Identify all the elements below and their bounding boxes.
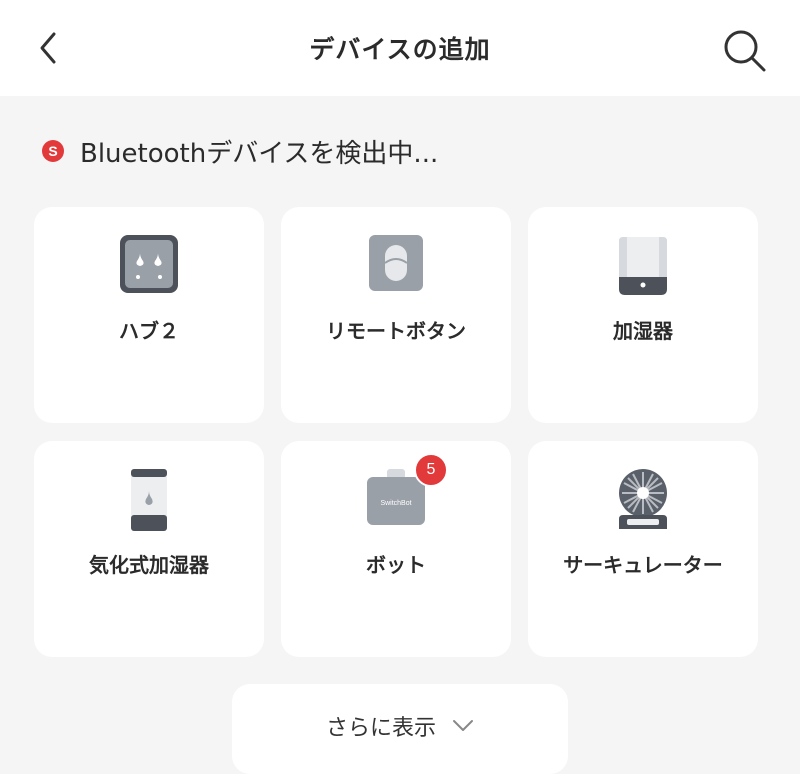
device-label: ハブ２ [119,319,179,343]
notification-badge: 5 [414,453,448,487]
device-card-remote-button[interactable]: リモートボタン [281,207,511,423]
device-card-bot[interactable]: SwitchBot 5 ボット [281,441,511,657]
device-card-humidifier[interactable]: 加湿器 [528,207,758,423]
top-bar: デバイスの追加 [0,0,800,96]
switchbot-logo-icon: S [42,140,64,162]
scan-status-text: Bluetoothデバイスを検出中... [80,138,439,169]
bluetooth-scan-status: S Bluetoothデバイスを検出中... [42,134,439,169]
device-label: 気化式加湿器 [89,553,209,577]
device-card-hub2[interactable]: ハブ２ [34,207,264,423]
device-label: サーキュレーター [563,553,723,577]
bot-brand-text: SwitchBot [380,500,411,507]
evaporative-humidifier-icon [131,469,167,531]
device-label: リモートボタン [326,319,466,343]
search-button[interactable] [718,24,770,76]
chevron-down-icon [453,720,473,731]
search-icon [724,30,766,72]
humidifier-icon [619,237,667,295]
device-card-evaporative-humidifier[interactable]: 気化式加湿器 [34,441,264,657]
page-title: デバイスの追加 [309,35,491,64]
remote-button-icon [369,235,423,291]
device-label: ボット [366,553,426,577]
show-more-button[interactable]: さらに表示 [232,684,568,774]
device-label: 加湿器 [613,319,673,343]
show-more-label: さらに表示 [325,716,436,741]
device-card-circulator[interactable]: サーキュレーター [528,441,758,657]
circulator-icon [619,469,667,529]
hub2-icon [120,235,178,293]
